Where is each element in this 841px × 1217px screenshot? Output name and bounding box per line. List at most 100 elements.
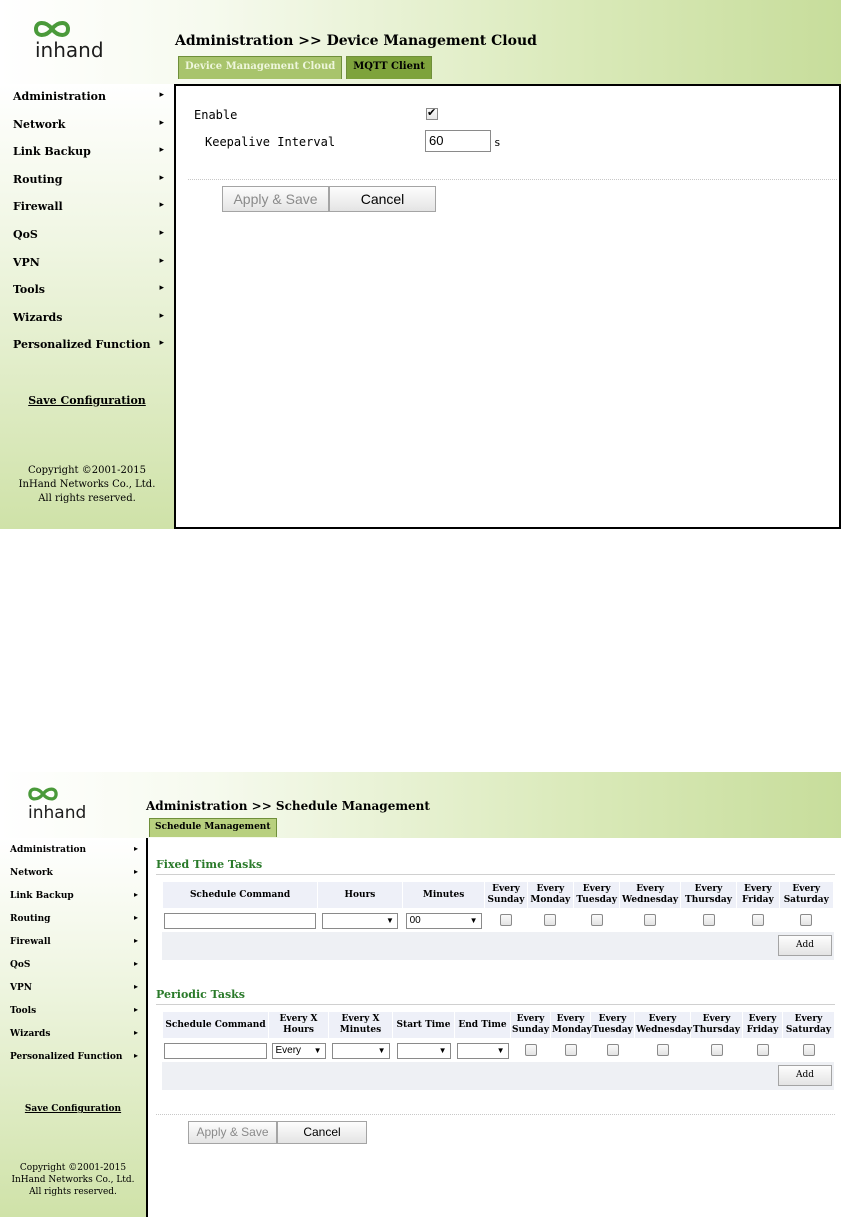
copyright-line: Copyright ©2001-2015	[19, 1163, 127, 1173]
sidebar-item-network[interactable]: Network ▸	[0, 118, 174, 146]
sidebar-item-label: Routing	[10, 914, 51, 924]
add-fixed-task-button[interactable]: Add	[778, 935, 832, 956]
sidebar-item-label: VPN	[13, 255, 40, 269]
column-header: Every Thursday	[679, 881, 738, 909]
tab-mqtt-client[interactable]: MQTT Client	[346, 56, 432, 79]
every-friday-checkbox[interactable]	[751, 914, 764, 926]
chevron-right-icon: ▸	[133, 1050, 138, 1060]
table-row: ▼ 00 ▼	[161, 908, 835, 933]
sidebar-item-wizards[interactable]: Wizards ▸	[0, 1027, 146, 1051]
column-header: Every X Hours	[268, 1011, 329, 1039]
sidebar-item-label: Routing	[13, 172, 63, 186]
section-divider	[156, 1004, 835, 1005]
enable-label: Enable	[194, 108, 238, 122]
every-thursday-checkbox[interactable]	[710, 1044, 723, 1056]
cancel-button[interactable]: Cancel	[277, 1121, 367, 1144]
sidebar-item-qos[interactable]: QoS ▸	[0, 228, 174, 256]
sidebar-item-vpn[interactable]: VPN ▸	[0, 256, 174, 284]
sidebar-item-wizards[interactable]: Wizards ▸	[0, 311, 174, 339]
schedule-command-input[interactable]	[164, 1042, 267, 1059]
sidebar-item-label: QoS	[13, 227, 38, 241]
add-periodic-task-button[interactable]: Add	[778, 1065, 832, 1086]
every-wednesday-checkbox[interactable]	[656, 1044, 669, 1056]
fixed-tasks-table: Schedule Command Hours Minutes Every Sun…	[161, 881, 835, 933]
minutes-select[interactable]: 00 ▼	[405, 912, 482, 929]
chevron-right-icon: ▸	[159, 90, 164, 100]
start-time-select[interactable]: ▼	[396, 1042, 451, 1059]
chevron-right-icon: ▸	[133, 866, 138, 876]
chevron-right-icon: ▸	[159, 227, 164, 238]
every-sunday-checkbox[interactable]	[500, 914, 513, 926]
periodic-tasks-title: Periodic Tasks	[156, 988, 245, 1001]
sidebar-item-label: Link Backup	[10, 891, 74, 901]
section-divider	[156, 874, 835, 875]
chevron-right-icon: ▸	[133, 889, 138, 899]
every-wednesday-checkbox[interactable]	[644, 914, 657, 926]
column-header: Every Monday	[550, 1011, 592, 1039]
sidebar-item-tools[interactable]: Tools ▸	[0, 283, 174, 311]
cancel-button[interactable]: Cancel	[329, 186, 436, 212]
keepalive-interval-input[interactable]: 60	[425, 130, 491, 152]
logo-icon	[28, 787, 58, 801]
column-header: Minutes	[401, 881, 486, 909]
sidebar-item-tools[interactable]: Tools ▸	[0, 1004, 146, 1028]
sidebar-item-qos[interactable]: QoS ▸	[0, 958, 146, 982]
copyright: Copyright ©2001-2015 InHand Networks Co.…	[0, 464, 174, 506]
sidebar-item-vpn[interactable]: VPN ▸	[0, 981, 146, 1005]
apply-save-button[interactable]: Apply & Save	[188, 1121, 277, 1144]
save-configuration-link[interactable]: Save Configuration	[0, 394, 174, 407]
sidebar-item-administration[interactable]: Administration ▸	[0, 843, 146, 867]
sidebar: Administration ▸ Network ▸ Link Backup ▸ Ro…	[0, 838, 146, 1217]
sidebar-item-firewall[interactable]: Firewall ▸	[0, 200, 174, 228]
column-header: Every Wednesday	[619, 881, 681, 909]
breadcrumb: Administration >> Device Management Clou…	[175, 33, 537, 49]
sidebar-item-label: Personalized Function	[13, 338, 151, 352]
sidebar-item-administration[interactable]: Administration ▸	[0, 90, 174, 118]
chevron-right-icon: ▸	[133, 843, 138, 853]
every-x-minutes-select[interactable]: ▼	[331, 1042, 390, 1059]
hours-select[interactable]: ▼	[321, 912, 398, 929]
table-header-row: Schedule Command Every X Hours Every X M…	[162, 1011, 835, 1039]
every-thursday-checkbox[interactable]	[702, 914, 715, 926]
main-content: Fixed Time Tasks Schedule Command Hours …	[146, 838, 841, 1217]
sidebar-item-firewall[interactable]: Firewall ▸	[0, 935, 146, 959]
every-x-hours-select[interactable]: Every ▼	[271, 1042, 326, 1059]
chevron-right-icon: ▸	[159, 338, 164, 349]
sidebar-item-link-backup[interactable]: Link Backup ▸	[0, 145, 174, 173]
checkmark-icon: ✔	[427, 106, 437, 119]
tab-device-management-cloud[interactable]: Device Management Cloud	[178, 56, 343, 79]
copyright-line: All rights reserved.	[29, 1187, 117, 1197]
schedule-command-input[interactable]	[164, 912, 317, 929]
column-header: Every Friday	[742, 1011, 783, 1039]
dropdown-arrow-icon: ▼	[377, 1045, 386, 1055]
every-tuesday-checkbox[interactable]	[606, 1044, 619, 1056]
sidebar-item-network[interactable]: Network ▸	[0, 866, 146, 890]
column-header: Every Wednesday	[634, 1011, 692, 1039]
sidebar-item-link-backup[interactable]: Link Backup ▸	[0, 889, 146, 913]
tab-schedule-management[interactable]: Schedule Management	[149, 818, 277, 837]
column-header: Every Tuesday	[573, 881, 621, 909]
enable-checkbox[interactable]: ✔	[426, 106, 438, 120]
sidebar-item-routing[interactable]: Routing ▸	[0, 173, 174, 201]
every-saturday-checkbox[interactable]	[800, 914, 813, 926]
periodic-tasks-footer	[162, 1062, 834, 1090]
every-sunday-checkbox[interactable]	[524, 1044, 537, 1056]
dropdown-arrow-icon: ▼	[438, 1045, 447, 1055]
save-configuration-link[interactable]: Save Configuration	[0, 1104, 146, 1114]
sidebar-item-personalized-function[interactable]: Personalized Function ▸	[0, 338, 174, 366]
every-tuesday-checkbox[interactable]	[590, 914, 603, 926]
sidebar-item-label: Network	[10, 868, 53, 878]
logo-icon	[33, 21, 71, 37]
sidebar-item-routing[interactable]: Routing ▸	[0, 912, 146, 936]
logo-text: inhand	[28, 803, 87, 823]
every-monday-checkbox[interactable]	[544, 914, 557, 926]
column-header: Every Saturday	[782, 1011, 835, 1039]
end-time-select[interactable]: ▼	[456, 1042, 509, 1059]
sidebar-item-label: Link Backup	[13, 145, 91, 159]
every-friday-checkbox[interactable]	[756, 1044, 769, 1056]
sidebar-item-personalized-function[interactable]: Personalized Function ▸	[0, 1050, 146, 1074]
every-saturday-checkbox[interactable]	[802, 1044, 815, 1056]
apply-save-button[interactable]: Apply & Save	[222, 186, 329, 212]
column-header: Every Tuesday	[590, 1011, 635, 1039]
every-monday-checkbox[interactable]	[564, 1044, 577, 1056]
